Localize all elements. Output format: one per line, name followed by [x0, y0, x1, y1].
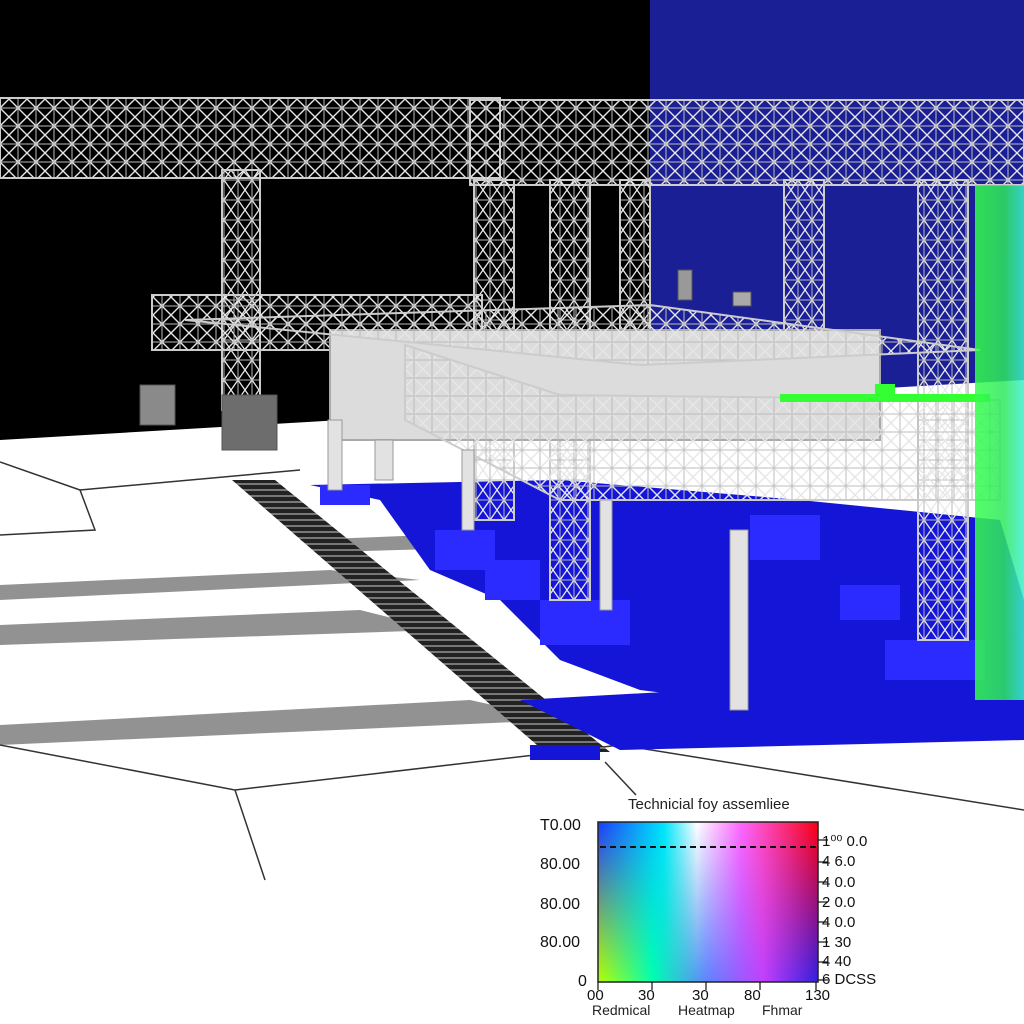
legend-left-tick: 0 [578, 973, 587, 990]
legend-bottom-label: Redmical [592, 1002, 651, 1018]
legend-bottom-tick: 130 [805, 987, 831, 1004]
legend-right-tick: 4 0.0 [822, 914, 856, 931]
legend-right-tick: 4 0.0 [822, 874, 856, 891]
green-column [975, 185, 1024, 700]
legend-bottom-label: Heatmap [678, 1002, 735, 1018]
legend-right-tick: 6 DCSS [822, 971, 877, 988]
legend-title: Technicial foy assemliee [628, 796, 790, 813]
legend-bottom-label: Fhmar [762, 1002, 803, 1018]
top-truss-left [0, 97, 501, 179]
legend-left-tick: 80.00 [540, 896, 581, 913]
legend-right-tick: 4 6.0 [822, 853, 856, 870]
green-marker [875, 384, 895, 396]
top-truss-right [469, 99, 1024, 186]
technical-3d-scene [0, 0, 1024, 1024]
legend-left-tick: 80.00 [540, 934, 581, 951]
legend-bottom-tick: 80 [744, 987, 761, 1004]
legend-right-tick: 4 40 [822, 953, 852, 970]
legend-right-tick: 1 30 [822, 934, 852, 951]
legend-left-tick: T0.00 [540, 817, 581, 834]
legend-left-tick: 80.00 [540, 856, 581, 873]
legend-right-tick: 1⁰⁰ 0.0 [822, 833, 868, 850]
heatmap-legend [597, 821, 828, 990]
legend-right-tick: 2 0.0 [822, 894, 856, 911]
